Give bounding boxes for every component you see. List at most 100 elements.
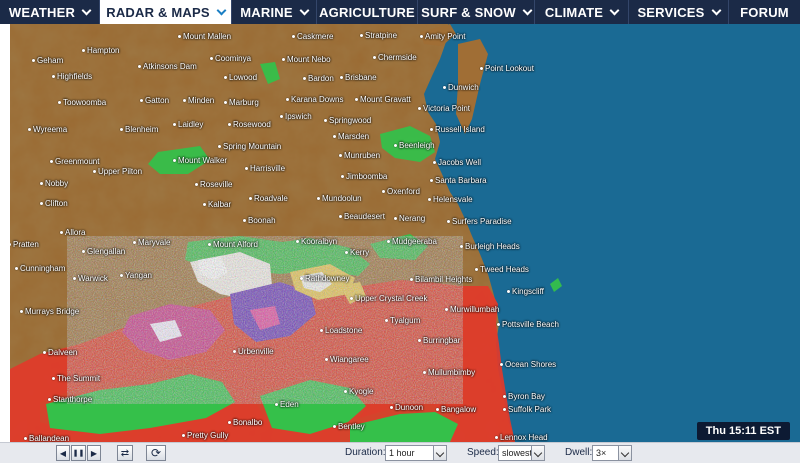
place-label: Bangalow xyxy=(436,405,476,414)
place-label: Hampton xyxy=(82,46,119,55)
place-label: Cunningham xyxy=(15,264,65,273)
place-label: Surfers Paradise xyxy=(447,217,512,226)
chevron-down-icon xyxy=(81,5,92,15)
place-label: The Summit xyxy=(52,374,100,383)
nav-radar-maps[interactable]: RADAR & MAPS xyxy=(100,0,232,24)
duration-label: Duration: xyxy=(345,447,386,458)
place-label: Victoria Point xyxy=(418,104,470,113)
place-label: Mudgeeraba xyxy=(387,237,437,246)
place-label: Bilambil Heights xyxy=(410,275,472,284)
nav-weather[interactable]: WEATHER xyxy=(0,0,100,24)
place-label: Pretty Gully xyxy=(182,431,228,440)
nav-services[interactable]: SERVICES xyxy=(629,0,729,24)
place-label: Russell Island xyxy=(430,125,485,134)
dwell-value: 3× xyxy=(596,448,607,458)
place-label: Dalveen xyxy=(43,348,77,357)
nav-surf-snow[interactable]: SURF & SNOW xyxy=(418,0,535,24)
animation-controls: ◀ ❚❚ ▶ ⇄ ⟳ Duration: 1 hour Speed: slowe… xyxy=(0,442,800,463)
place-label: Bardon xyxy=(303,74,334,83)
nav-forum-label: FORUM xyxy=(740,4,789,20)
swap-icon: ⇄ xyxy=(120,447,130,459)
place-label: Jimboomba xyxy=(341,172,387,181)
place-label: Rathdowney xyxy=(300,274,349,283)
previous-frame-button[interactable]: ◀ xyxy=(56,445,70,461)
nav-agriculture[interactable]: AGRICULTURE xyxy=(317,0,418,24)
place-label: Warwick xyxy=(73,274,108,283)
place-label: Mount Alford xyxy=(208,240,258,249)
pause-button[interactable]: ❚❚ xyxy=(71,445,86,461)
place-label: Bonalbo xyxy=(228,418,262,427)
place-label: Kyogle xyxy=(344,387,373,396)
main-nav: WEATHER RADAR & MAPS MARINE AGRICULTURE … xyxy=(0,0,800,24)
chevron-down-icon xyxy=(531,446,544,460)
place-label: Urbenville xyxy=(233,347,274,356)
place-label: Munruben xyxy=(339,151,380,160)
place-label: Point Lookout xyxy=(480,64,534,73)
pause-icon: ❚❚ xyxy=(72,450,85,457)
place-label: Marburg xyxy=(224,98,259,107)
place-label: Mount Gravatt xyxy=(355,95,411,104)
chevron-down-icon xyxy=(711,5,721,15)
place-label: Murrays Bridge xyxy=(20,307,79,316)
nav-marine-label: MARINE xyxy=(240,4,293,20)
place-label: Kalbar xyxy=(203,200,231,209)
speed-select[interactable]: slowest xyxy=(498,445,545,461)
next-frame-button[interactable]: ▶ xyxy=(87,445,101,461)
place-label: Pratten xyxy=(10,240,39,249)
place-label: Loadstone xyxy=(320,326,362,335)
place-label: Spring Mountain xyxy=(218,142,281,151)
place-label: Ocean Shores xyxy=(500,360,556,369)
nav-services-label: SERVICES xyxy=(637,4,705,20)
place-label: Boonah xyxy=(243,216,276,225)
place-label: Wiangaree xyxy=(325,355,369,364)
place-label: Oxenford xyxy=(382,187,420,196)
place-label: Mount Nebo xyxy=(282,55,331,64)
place-label: Highfields xyxy=(52,72,92,81)
place-label: Wyreema xyxy=(28,125,67,134)
place-label: Eden xyxy=(275,400,299,409)
duration-value: 1 hour xyxy=(389,448,415,458)
chevron-down-icon xyxy=(609,5,620,15)
place-label: Laidley xyxy=(173,120,203,129)
nav-surf-snow-label: SURF & SNOW xyxy=(421,4,516,20)
place-label: Helensvale xyxy=(428,195,473,204)
place-label: Santa Barbara xyxy=(430,176,487,185)
place-label: Upper Crystal Creek xyxy=(350,294,427,303)
place-label: Upper Pilton xyxy=(93,167,142,176)
place-label: Mount Mallen xyxy=(178,32,231,41)
place-label: Coominya xyxy=(210,54,251,63)
nav-weather-label: WEATHER xyxy=(8,4,76,20)
place-label: Nobby xyxy=(40,179,68,188)
place-label: Jacobs Well xyxy=(433,158,481,167)
place-label: Greenmount xyxy=(50,157,99,166)
nav-forum[interactable]: FORUM xyxy=(729,0,800,24)
refresh-icon: ⟳ xyxy=(150,446,162,460)
place-label: Geham xyxy=(32,56,63,65)
nav-radar-maps-label: RADAR & MAPS xyxy=(106,4,210,20)
place-label: Mullumbimby xyxy=(423,368,475,377)
dwell-select[interactable]: 3× xyxy=(592,445,632,461)
refresh-button[interactable]: ⟳ xyxy=(146,445,166,461)
place-label: Yangan xyxy=(120,271,152,280)
place-label: Beenleigh xyxy=(394,141,435,150)
place-label: Brisbane xyxy=(340,73,377,82)
nav-marine[interactable]: MARINE xyxy=(232,0,317,24)
chevron-down-icon xyxy=(618,446,631,460)
place-label: Maryvale xyxy=(133,238,170,247)
duration-select[interactable]: 1 hour xyxy=(385,445,447,461)
radar-map[interactable]: Mount Mallen Caskmere Stratpine Hampton … xyxy=(10,24,800,442)
place-label: Rosewood xyxy=(228,120,271,129)
place-label: Pottsville Beach xyxy=(497,320,559,329)
swap-button[interactable]: ⇄ xyxy=(117,445,133,461)
place-label: Byron Bay xyxy=(503,392,545,401)
place-label: Blenheim xyxy=(120,125,158,134)
nav-climate[interactable]: CLIMATE xyxy=(535,0,629,24)
place-label: Stratpine xyxy=(360,31,397,40)
place-label: Toowoomba xyxy=(58,98,106,107)
speed-value: slowest xyxy=(502,448,533,458)
place-label: Marsden xyxy=(333,132,369,141)
place-label: Chermside xyxy=(373,53,417,62)
place-label: Kooralbyn xyxy=(296,237,337,246)
place-label: Caskmere xyxy=(292,32,333,41)
place-label: Clifton xyxy=(40,199,68,208)
